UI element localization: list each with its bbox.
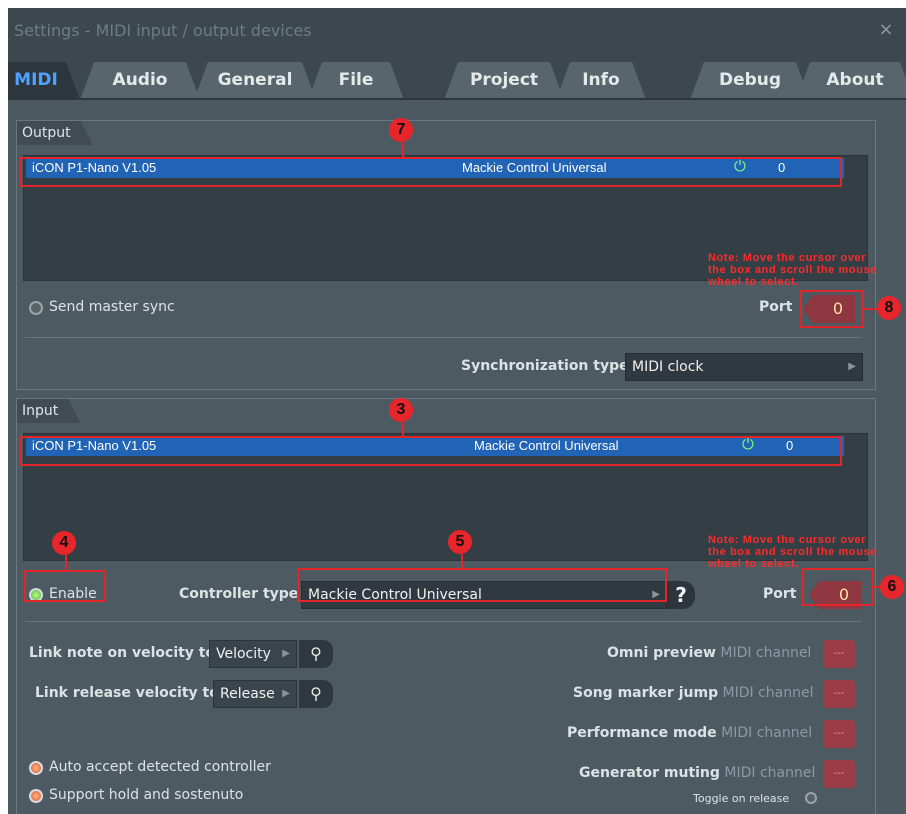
annotation-input-port-box [802, 568, 874, 606]
annotation-badge-6: 6 [880, 575, 904, 599]
annotation-note-input: Note: Move the cursor over the box and s… [708, 534, 877, 570]
tab-project[interactable]: Project [444, 62, 564, 100]
performance-mode-row: Performance mode MIDI channel [567, 725, 812, 741]
midi-channel-label: MIDI channel [721, 725, 813, 741]
annotation-line-7 [402, 140, 404, 158]
annotation-input-row-box [20, 436, 842, 466]
settings-window: Settings - MIDI input / output devices ×… [8, 8, 906, 814]
annotation-badge-8: 8 [877, 296, 901, 320]
generator-muting-channel[interactable]: --- [823, 760, 855, 788]
annotation-controller-type-box [297, 568, 667, 602]
performance-mode-channel[interactable]: --- [823, 720, 855, 748]
support-hold-radio[interactable] [29, 789, 43, 803]
auto-accept-label: Auto accept detected controller [49, 759, 271, 775]
link-release-value: Release [220, 686, 275, 702]
song-marker-channel[interactable]: --- [823, 680, 855, 708]
annotation-badge-7: 7 [389, 118, 413, 142]
output-label: Output [17, 121, 93, 145]
tab-bar: MIDI Audio General File Project Info Deb… [8, 56, 906, 100]
tab-audio[interactable]: Audio [80, 62, 200, 100]
annotation-line-5 [461, 552, 463, 569]
controller-type-label: Controller type [179, 586, 299, 602]
annotation-badge-3: 3 [389, 398, 413, 422]
input-separator [25, 621, 861, 622]
link-note-button[interactable]: ⚲ [299, 640, 333, 668]
link-icon: ⚲ [310, 644, 322, 663]
send-master-sync-label: Send master sync [49, 299, 175, 315]
toggle-on-release-label: Toggle on release [693, 792, 790, 805]
annotation-note-output: Note: Move the cursor over the box and s… [708, 252, 877, 288]
link-icon: ⚲ [310, 684, 322, 703]
input-port-label: Port [763, 586, 797, 602]
link-note-value: Velocity [216, 646, 271, 662]
help-button[interactable]: ? [667, 581, 695, 609]
annotation-badge-4: 4 [52, 531, 76, 555]
tab-file[interactable]: File [308, 62, 404, 100]
song-marker-row: Song marker jump MIDI channel [573, 685, 814, 701]
tab-bar-divider [8, 98, 906, 100]
chevron-right-icon: ▶ [848, 361, 856, 372]
tab-info[interactable]: Info [556, 62, 646, 100]
link-note-dropdown[interactable]: Velocity ▶ [209, 640, 297, 668]
annotation-enable-box [24, 570, 106, 602]
sync-type-label: Synchronization type [461, 358, 629, 374]
link-release-label: Link release velocity to [35, 685, 219, 701]
midi-channel-label: MIDI channel [724, 765, 816, 781]
omni-preview-label: Omni preview [607, 645, 716, 661]
midi-channel-label: MIDI channel [720, 645, 812, 661]
tab-midi[interactable]: MIDI [8, 62, 80, 100]
link-release-button[interactable]: ⚲ [299, 680, 333, 708]
send-master-sync-radio[interactable] [29, 301, 43, 315]
chevron-right-icon: ▶ [282, 648, 290, 659]
link-note-label: Link note on velocity to [29, 645, 216, 661]
close-button[interactable]: × [876, 20, 896, 40]
tab-about[interactable]: About [796, 62, 906, 100]
omni-preview-channel[interactable]: --- [823, 640, 855, 668]
omni-preview-row: Omni preview MIDI channel [607, 645, 811, 661]
annotation-line-8 [864, 308, 878, 310]
annotation-output-row-box [20, 157, 842, 187]
link-release-dropdown[interactable]: Release ▶ [213, 680, 297, 708]
input-label: Input [17, 399, 80, 423]
annotation-line-4 [65, 553, 67, 571]
sync-type-dropdown[interactable]: MIDI clock ▶ [625, 353, 863, 381]
song-marker-label: Song marker jump [573, 685, 719, 701]
toggle-on-release-radio[interactable] [805, 792, 817, 804]
annotation-line-3 [402, 420, 404, 437]
performance-mode-label: Performance mode [567, 725, 717, 741]
auto-accept-radio[interactable] [29, 761, 43, 775]
tab-general[interactable]: General [194, 62, 316, 100]
generator-muting-row: Generator muting MIDI channel [579, 765, 815, 781]
midi-channel-label: MIDI channel [722, 685, 814, 701]
sync-type-value: MIDI clock [632, 359, 704, 375]
output-port-label: Port [759, 299, 793, 315]
support-hold-label: Support hold and sostenuto [49, 787, 244, 803]
output-separator [25, 337, 861, 338]
generator-muting-label: Generator muting [579, 765, 720, 781]
annotation-badge-5: 5 [448, 530, 472, 554]
window-title: Settings - MIDI input / output devices [14, 21, 312, 40]
title-bar: Settings - MIDI input / output devices × [8, 8, 906, 56]
annotation-output-port-box [800, 290, 864, 328]
chevron-right-icon: ▶ [282, 688, 290, 699]
tab-debug[interactable]: Debug [690, 62, 810, 100]
